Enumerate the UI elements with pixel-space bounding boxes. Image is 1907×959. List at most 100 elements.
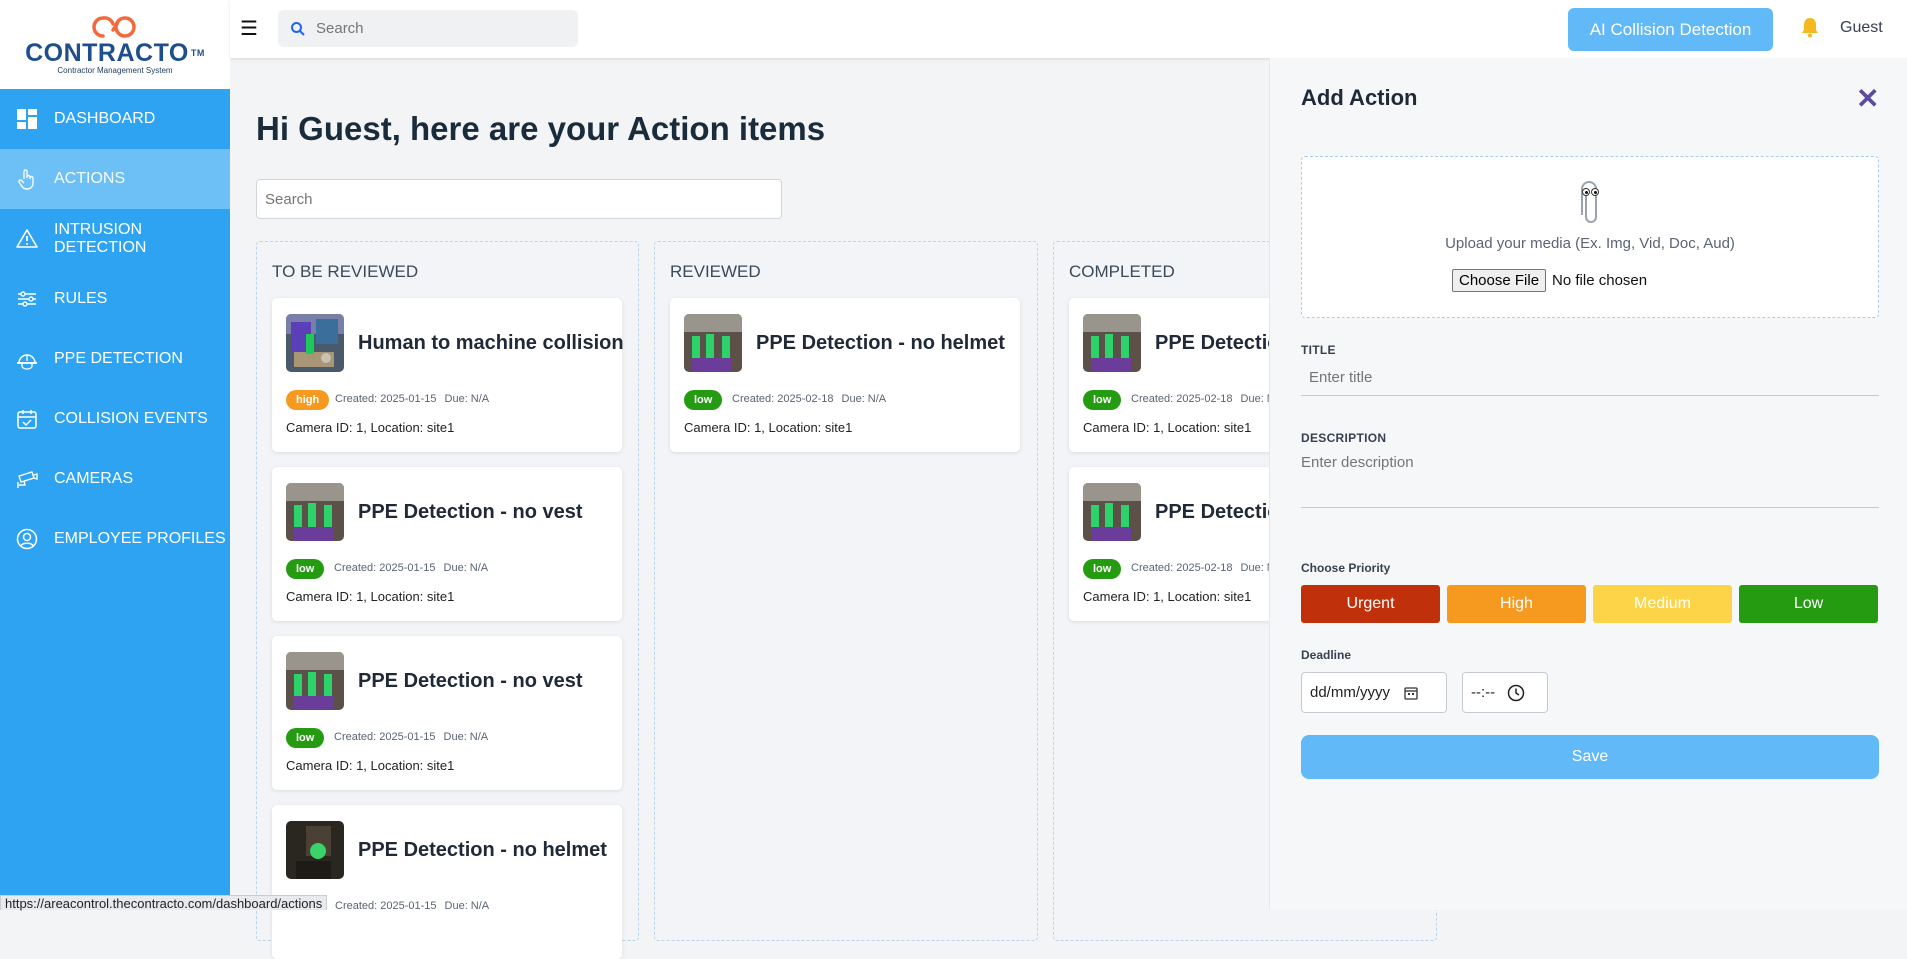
sidebar-item-label: CAMERAS [54, 470, 134, 487]
created-date: Created: 2025-01-15 [334, 562, 436, 574]
topbar: ☰ AI Collision Detection Guest [230, 0, 1907, 58]
camera-info: Camera ID: 1, Location: site1 [286, 758, 455, 773]
clock-icon[interactable] [1507, 684, 1525, 702]
sidebar-item-label: DASHBOARD [54, 110, 156, 127]
close-icon[interactable]: ✕ [1856, 82, 1879, 115]
sliders-icon [18, 291, 36, 307]
sidebar-item-employee-profiles[interactable]: EMPLOYEE PROFILES [0, 509, 230, 569]
action-card[interactable]: PPE Detection - no vest low Created: 202… [272, 467, 622, 621]
sidebar-item-label: RULES [54, 290, 108, 307]
sidebar: CONTRACTO TM Contractor Management System… [0, 0, 230, 910]
camera-info: Camera ID: 1, Location: site1 [1083, 589, 1252, 604]
action-card[interactable]: PPE Detection - no helmet low Created: 2… [670, 298, 1020, 452]
upload-hint: Upload your media (Ex. Img, Vid, Doc, Au… [1445, 235, 1735, 252]
bell-icon[interactable] [1800, 16, 1820, 38]
action-thumbnail [286, 652, 344, 710]
due-date: Due: N/A [443, 562, 489, 574]
search-icon [291, 21, 305, 36]
title-label: TITLE [1301, 343, 1336, 357]
priority-badge: low [286, 728, 325, 748]
column-to-be-reviewed: TO BE REVIEWED Human to machine collisio… [256, 241, 639, 959]
due-date: Due: N/A [444, 900, 490, 912]
action-card[interactable]: PPE Detection - no helmet Created: 2025-… [272, 805, 622, 959]
priority-urgent-button[interactable]: Urgent [1301, 585, 1440, 623]
action-meta: Created: 2025-01-15 Due: N/A [334, 562, 496, 574]
sidebar-item-label: INTRUSION DETECTION [54, 221, 147, 256]
priority-badge: low [1083, 559, 1122, 579]
created-date: Created: 2025-01-15 [335, 900, 437, 912]
menu-icon[interactable]: ☰ [240, 16, 258, 41]
priority-badge: high [286, 390, 330, 410]
calendar-icon [17, 410, 37, 429]
top-search-input[interactable] [314, 19, 564, 38]
ai-collision-detection-button[interactable]: AI Collision Detection [1568, 8, 1773, 51]
user-circle-icon [16, 528, 38, 550]
sidebar-item-label: PPE DETECTION [54, 350, 183, 367]
sidebar-item-label: ACTIONS [54, 170, 126, 187]
created-date: Created: 2025-02-18 [1131, 562, 1233, 574]
action-meta: Created: 2025-01-15 Due: N/A [335, 900, 497, 912]
action-meta: Created: 2025-02-18 Due: N/A [732, 393, 894, 405]
action-title: PPE Detection - no helmet [358, 839, 607, 861]
priority-low-button[interactable]: Low [1739, 585, 1878, 623]
sidebar-nav: DASHBOARD ACTIONS INTRUSION DETECTION RU… [0, 89, 230, 569]
sidebar-item-actions[interactable]: ACTIONS [0, 149, 230, 209]
column-reviewed: REVIEWED PPE Detection - no helmet low C… [654, 241, 1038, 941]
page-title: Hi Guest, here are your Action items [256, 110, 826, 147]
infinity-logo-icon [92, 16, 136, 38]
due-date: Due: N/A [443, 731, 489, 743]
hand-pointer-icon [18, 169, 34, 190]
action-card[interactable]: PPE Detection - no vest low Created: 202… [272, 636, 622, 790]
sidebar-item-cameras[interactable]: CAMERAS [0, 449, 230, 509]
deadline-date-input[interactable]: dd/mm/yyyy [1301, 672, 1447, 713]
action-card[interactable]: Human to machine collision high Created:… [272, 298, 624, 452]
save-button[interactable]: Save [1301, 735, 1879, 779]
action-meta: Created: 2025-01-15 Due: N/A [335, 393, 497, 405]
logo[interactable]: CONTRACTO TM Contractor Management System [0, 0, 230, 89]
sidebar-item-collision-events[interactable]: COLLISION EVENTS [0, 389, 230, 449]
date-placeholder: dd/mm/yyyy [1310, 684, 1391, 701]
due-date: Due: N/A [841, 393, 887, 405]
camera-info: Camera ID: 1, Location: site1 [286, 420, 455, 435]
deadline-label: Deadline [1301, 648, 1352, 662]
camera-info: Camera ID: 1, Location: site1 [1083, 420, 1252, 435]
time-placeholder: --:-- [1471, 684, 1496, 701]
calendar-icon[interactable] [1404, 686, 1418, 700]
priority-high-button[interactable]: High [1447, 585, 1586, 623]
due-date: Due: N/A [444, 393, 490, 405]
action-title: PPE Detection - no helmet [756, 332, 1005, 354]
sidebar-item-dashboard[interactable]: DASHBOARD [0, 89, 230, 149]
sidebar-item-label: COLLISION EVENTS [54, 410, 208, 427]
camera-icon [17, 471, 38, 488]
description-label: DESCRIPTION [1301, 431, 1387, 445]
sidebar-item-ppe-detection[interactable]: PPE DETECTION [0, 329, 230, 389]
action-title: PPE Detection - no vest [358, 670, 583, 692]
user-name[interactable]: Guest [1840, 19, 1883, 37]
deadline-time-input[interactable]: --:-- [1462, 672, 1548, 713]
column-title: TO BE REVIEWED [272, 262, 419, 281]
file-picker: Choose File No file chosen [1452, 269, 1647, 292]
priority-medium-button[interactable]: Medium [1593, 585, 1732, 623]
logo-name: CONTRACTO TM [25, 39, 205, 67]
sidebar-item-intrusion-detection[interactable]: INTRUSION DETECTION [0, 209, 230, 269]
add-action-drawer: Add Action ✕ Upload your media (Ex. Img,… [1269, 58, 1907, 910]
choose-file-button[interactable]: Choose File [1452, 269, 1547, 292]
top-search [278, 10, 578, 47]
created-date: Created: 2025-02-18 [732, 393, 834, 405]
actions-search-input[interactable] [256, 179, 782, 219]
warning-icon [16, 229, 38, 248]
action-thumbnail [1083, 314, 1141, 372]
action-thumbnail [286, 483, 344, 541]
action-thumbnail [684, 314, 742, 372]
priority-badge: low [286, 559, 325, 579]
sidebar-item-rules[interactable]: RULES [0, 269, 230, 329]
media-upload-area[interactable]: Upload your media (Ex. Img, Vid, Doc, Au… [1301, 156, 1879, 318]
title-input[interactable] [1301, 360, 1879, 396]
sidebar-item-label: EMPLOYEE PROFILES [54, 530, 226, 547]
drawer-title: Add Action [1301, 85, 1418, 110]
description-input[interactable] [1301, 450, 1879, 508]
file-status: No file chosen [1552, 272, 1648, 289]
action-thumbnail [286, 314, 344, 372]
priority-label: Choose Priority [1301, 561, 1391, 575]
created-date: Created: 2025-01-15 [335, 393, 437, 405]
